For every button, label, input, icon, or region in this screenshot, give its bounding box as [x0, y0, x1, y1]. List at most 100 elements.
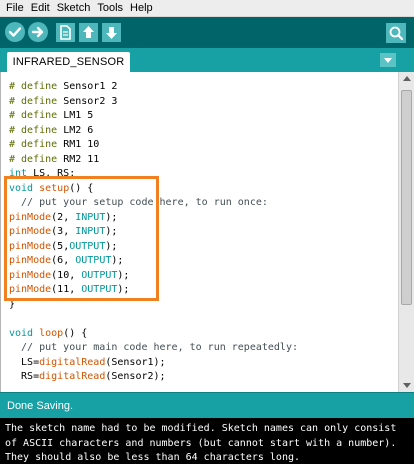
code-line: pinMode(6, OUTPUT);: [9, 254, 298, 269]
code-text: }: [9, 298, 16, 310]
define-directive: # define: [9, 139, 58, 150]
code-text: (Sensor1);: [105, 356, 166, 368]
menu-bar: File Edit Sketch Tools Help: [0, 0, 414, 17]
console-line: The sketch name had to be modified. Sket…: [5, 423, 397, 434]
code-line: pinMode(2, INPUT);: [9, 211, 298, 226]
code-line: int LS, RS;: [9, 167, 298, 182]
code-line: // put your setup code here, to run once…: [9, 196, 298, 211]
code-comment: // put your main code here, to run repea…: [9, 342, 298, 353]
code-line: void loop() {: [9, 327, 298, 342]
upload-button[interactable]: [28, 22, 48, 42]
save-icon: [106, 27, 117, 39]
constant-keyword: OUTPUT: [69, 240, 106, 252]
upload-icon: [31, 26, 44, 38]
code-line: # define LM1 5: [9, 109, 298, 124]
console-output: The sketch name had to be modified. Sket…: [0, 418, 414, 464]
menu-file[interactable]: File: [3, 0, 28, 17]
code-line: # define LM2 6: [9, 124, 298, 139]
constant-keyword: INPUT: [75, 226, 106, 237]
code-text: RM1 10: [57, 139, 100, 150]
function-name: digitalRead: [39, 371, 106, 382]
code-line: RS=digitalRead(Sensor2);: [9, 370, 298, 385]
code-text: Sensor1 2: [57, 81, 118, 92]
code-line: pinMode(11, OUTPUT);: [9, 283, 298, 298]
serial-monitor-button[interactable]: [386, 23, 406, 43]
code-editor[interactable]: # define Sensor1 2 # define Sensor2 3 # de…: [0, 72, 414, 392]
serial-monitor-icon: [389, 26, 404, 41]
code-text: (3,: [51, 226, 76, 237]
editor-scrollbar[interactable]: [398, 72, 414, 392]
code-text: LM1 5: [57, 110, 94, 121]
type-keyword: void: [9, 182, 34, 194]
scroll-up-icon[interactable]: [403, 76, 411, 81]
function-name: pinMode: [9, 226, 52, 237]
type-keyword: int: [9, 168, 28, 179]
code-line: # define Sensor1 2: [9, 80, 298, 95]
new-icon: [60, 25, 71, 40]
code-text: );: [111, 255, 124, 266]
menu-help[interactable]: Help: [127, 0, 157, 17]
tab-bar: INFRARED_SENSOR: [0, 48, 414, 72]
menu-edit[interactable]: Edit: [28, 0, 54, 17]
console-line: They should also be less than 64 charact…: [5, 452, 301, 463]
toolbar: [0, 17, 414, 48]
code-line: }: [9, 298, 298, 313]
chevron-down-icon: [384, 58, 392, 63]
code-line: # define Sensor2 3: [9, 95, 298, 110]
menu-tools[interactable]: Tools: [94, 0, 127, 17]
code-line: pinMode(3, INPUT);: [9, 225, 298, 240]
define-directive: # define: [9, 95, 58, 107]
code-text: );: [117, 269, 130, 281]
code-text: LS=: [9, 356, 40, 368]
code-text: );: [105, 211, 118, 223]
code-area[interactable]: # define Sensor1 2 # define Sensor2 3 # de…: [9, 80, 298, 385]
code-line: void setup() {: [9, 182, 298, 197]
type-keyword: void: [9, 327, 34, 339]
code-text: LM2 6: [57, 124, 94, 136]
tab-menu-button[interactable]: [380, 53, 396, 67]
tab-infrared-sensor[interactable]: INFRARED_SENSOR: [7, 52, 130, 72]
scrollbar-thumb[interactable]: [401, 90, 412, 305]
new-button[interactable]: [56, 23, 75, 42]
save-button[interactable]: [102, 23, 121, 42]
function-name: pinMode: [9, 269, 52, 281]
open-button[interactable]: [79, 23, 98, 42]
code-text: Sensor2 3: [57, 95, 118, 107]
function-name: setup: [33, 182, 70, 194]
code-line: pinMode(5,OUTPUT);: [9, 240, 298, 255]
constant-keyword: OUTPUT: [81, 284, 118, 295]
console-line: of ASCII characters and numbers (but can…: [5, 437, 397, 449]
code-line: # define RM1 10: [9, 138, 298, 153]
code-text: );: [105, 226, 118, 237]
code-text: RS=: [9, 371, 40, 382]
code-comment: // put your setup code here, to run once…: [9, 197, 268, 208]
function-name: loop: [33, 327, 64, 339]
open-icon: [83, 26, 94, 38]
code-text: () {: [69, 182, 94, 194]
define-directive: # define: [9, 81, 58, 92]
code-text: (5,: [51, 240, 70, 252]
code-text: (10,: [51, 269, 82, 281]
verify-icon: [8, 27, 22, 37]
function-name: pinMode: [9, 240, 52, 252]
status-bar: Done Saving.: [0, 392, 414, 418]
menu-sketch[interactable]: Sketch: [54, 0, 95, 17]
code-line: pinMode(10, OUTPUT);: [9, 269, 298, 284]
verify-button[interactable]: [5, 22, 25, 42]
code-text: (2,: [51, 211, 76, 223]
status-message: Done Saving.: [7, 400, 74, 412]
code-text: LS, RS;: [27, 168, 76, 179]
code-text: (11,: [51, 284, 82, 295]
code-text: RM2 11: [57, 153, 100, 165]
define-directive: # define: [9, 124, 58, 136]
scroll-down-icon[interactable]: [403, 383, 411, 388]
code-text: (Sensor2);: [105, 371, 166, 382]
function-name: digitalRead: [39, 356, 106, 368]
define-directive: # define: [9, 110, 58, 121]
code-text: () {: [63, 327, 88, 339]
code-text: );: [105, 240, 118, 252]
function-name: pinMode: [9, 284, 52, 295]
constant-keyword: INPUT: [75, 211, 106, 223]
code-line: # define RM2 11: [9, 153, 298, 168]
